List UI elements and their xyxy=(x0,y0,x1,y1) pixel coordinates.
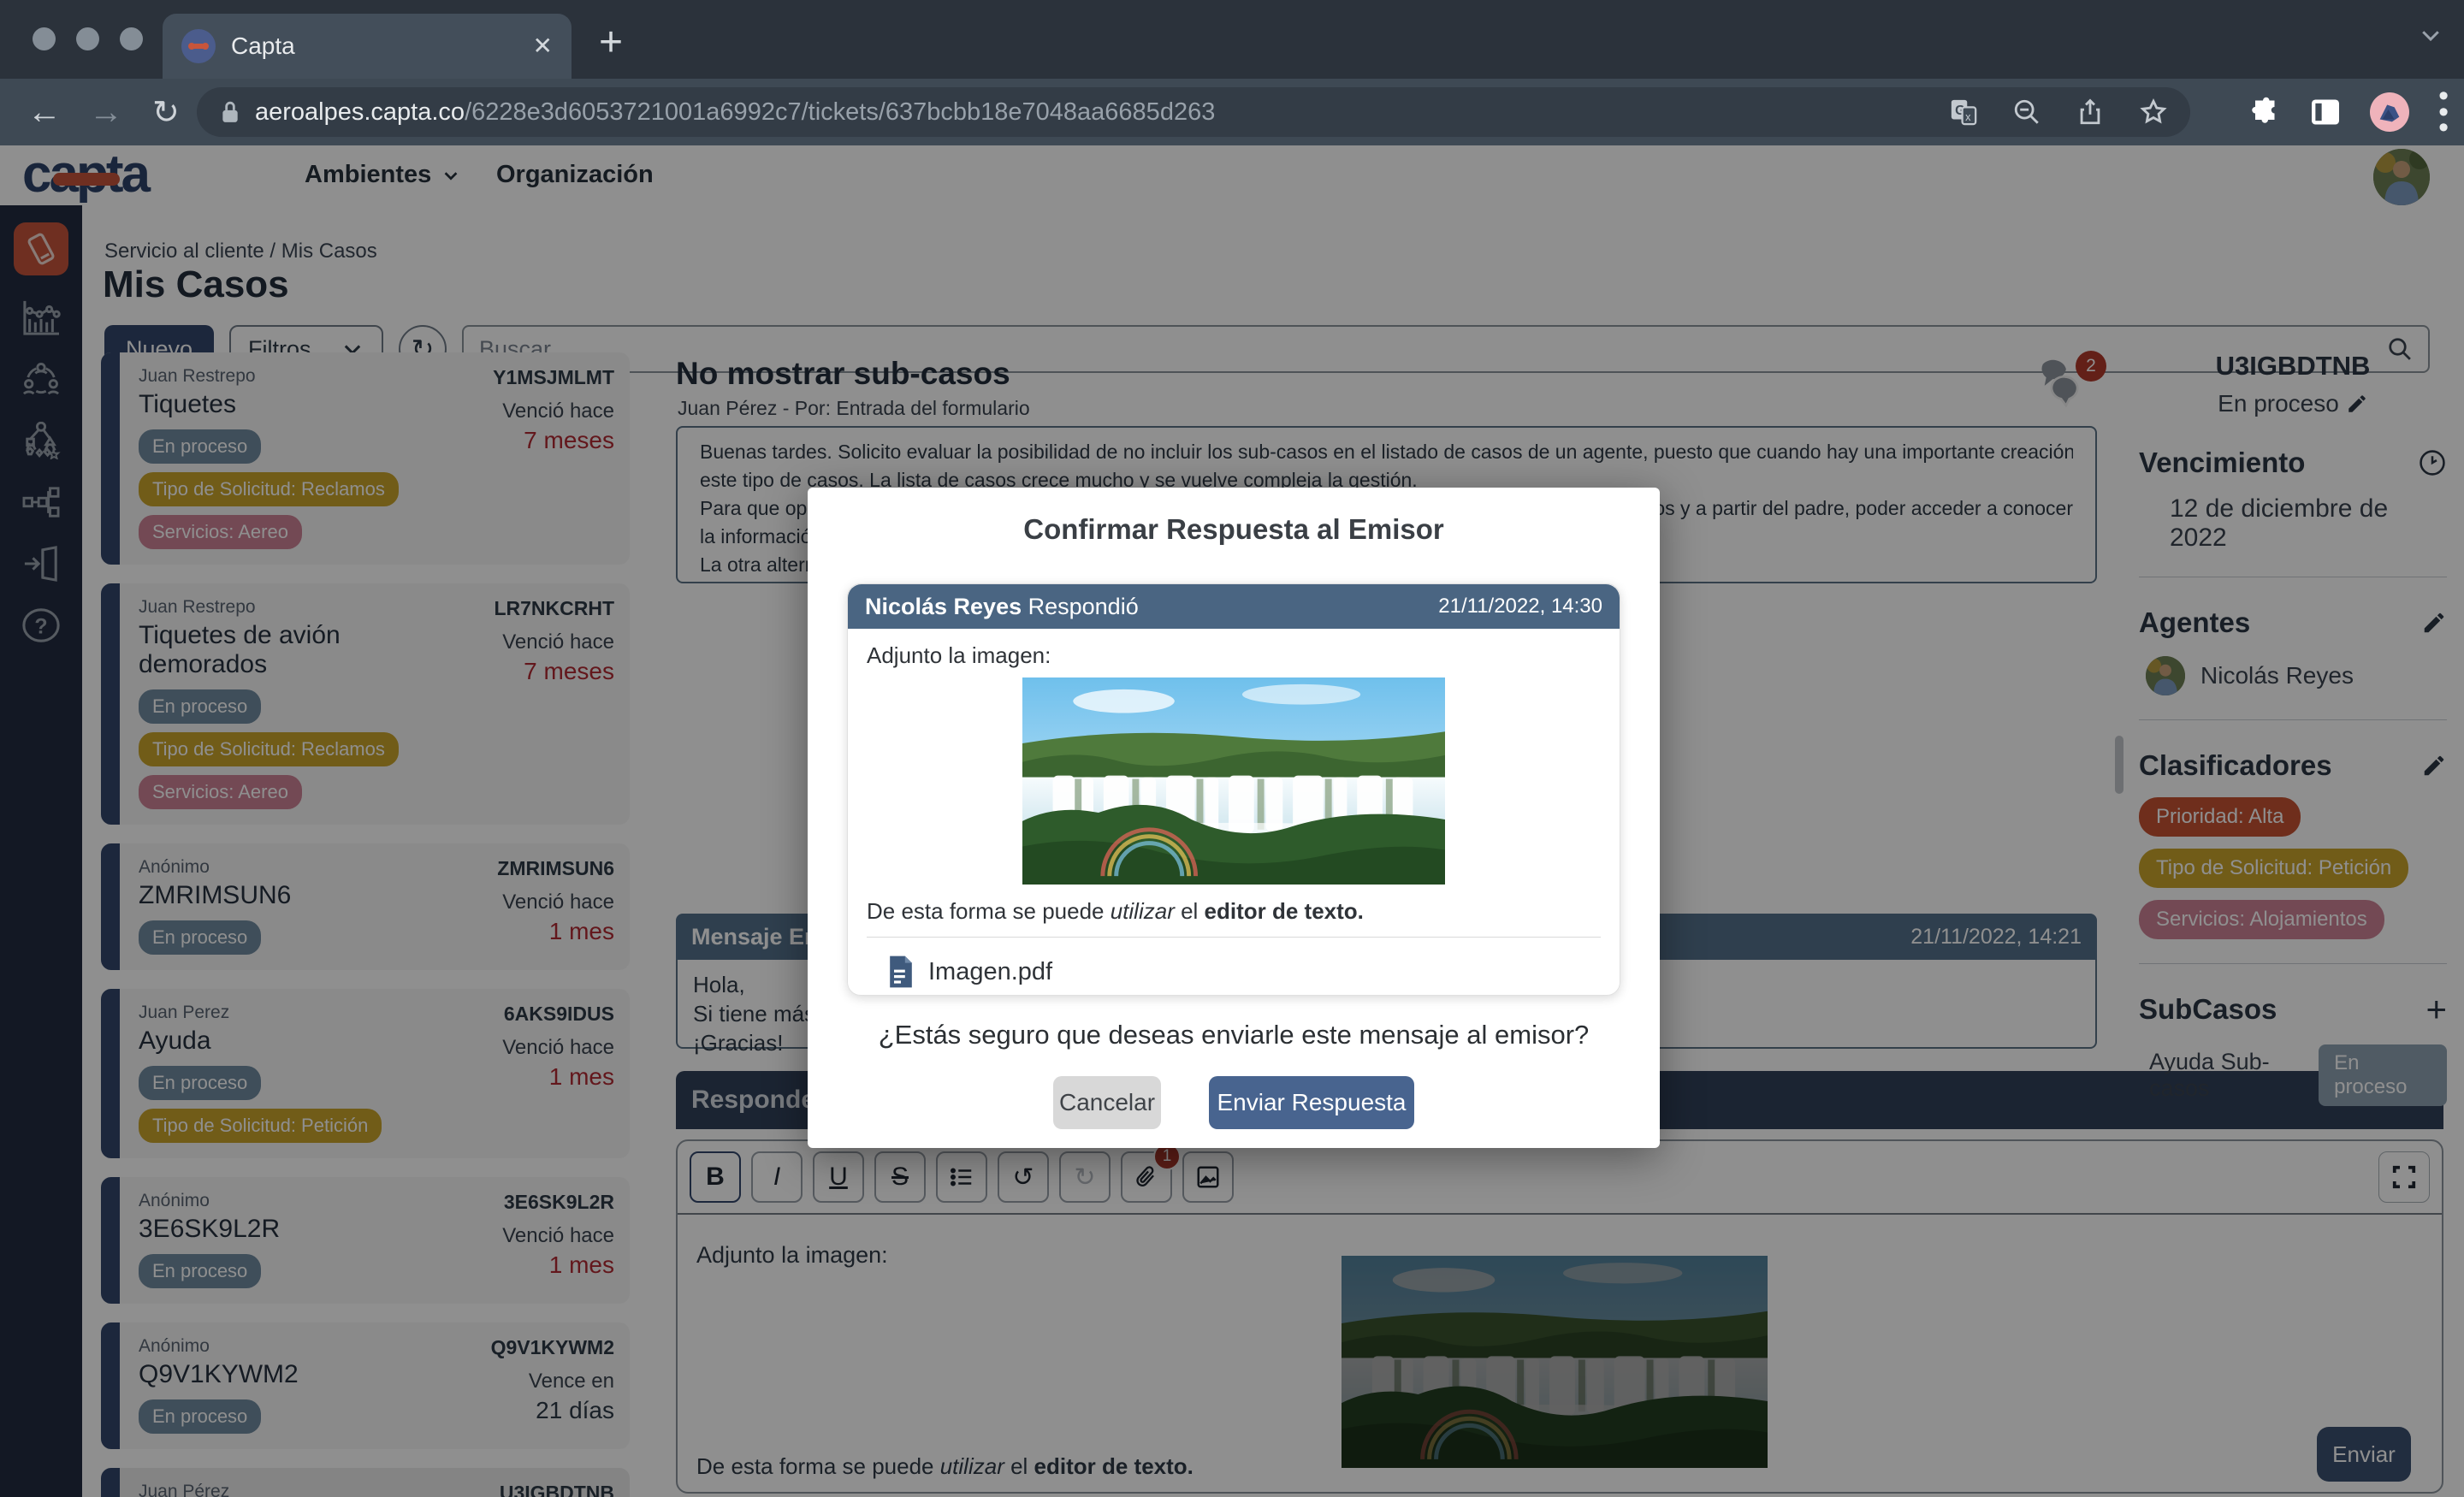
back-icon[interactable]: ← xyxy=(27,93,62,132)
reply-text: Adjunto la imagen: xyxy=(867,642,1601,669)
svg-text:x: x xyxy=(1965,110,1971,123)
window-controls[interactable] xyxy=(33,27,143,50)
forward-icon[interactable]: → xyxy=(89,93,123,132)
tab-search-chevron-icon[interactable] xyxy=(2418,22,2443,48)
zoom-out-icon[interactable] xyxy=(2012,98,2041,127)
maximize-window-button[interactable] xyxy=(120,27,143,50)
capta-favicon-icon xyxy=(181,29,216,63)
tab-close-icon[interactable]: ✕ xyxy=(533,34,553,58)
close-window-button[interactable] xyxy=(33,27,56,50)
attachment-filename: Imagen.pdf xyxy=(928,958,1052,986)
browser-toolbar: ← → ↻ aeroalpes.capta.co/6228e3d60537210… xyxy=(0,79,2464,145)
confirm-reply-modal: Confirmar Respuesta al Emisor Nicolás Re… xyxy=(808,488,1660,1148)
browser-chrome: Capta ✕ + ← → ↻ aeroalpes.capta.co/6228e… xyxy=(0,0,2464,145)
bookmark-star-icon[interactable] xyxy=(2139,98,2168,127)
address-bar[interactable]: aeroalpes.capta.co/6228e3d6053721001a699… xyxy=(197,87,2190,137)
share-icon[interactable] xyxy=(2076,98,2105,127)
reply-attached-image xyxy=(1022,677,1445,885)
new-tab-button[interactable]: + xyxy=(599,19,623,66)
pdf-file-icon xyxy=(887,955,915,989)
translate-icon[interactable]: Gx xyxy=(1949,98,1978,127)
minimize-window-button[interactable] xyxy=(76,27,99,50)
reply-preview-card: Nicolás Reyes Respondió 21/11/2022, 14:3… xyxy=(847,583,1620,996)
browser-tab[interactable]: Capta ✕ xyxy=(163,14,572,79)
tab-strip: Capta ✕ + xyxy=(0,0,2464,79)
extensions-icon[interactable] xyxy=(2250,97,2281,127)
lock-icon xyxy=(219,99,241,125)
url-text: aeroalpes.capta.co/6228e3d6053721001a699… xyxy=(255,98,1935,127)
confirm-question: ¿Estás seguro que deseas enviarle este m… xyxy=(808,1020,1660,1050)
tab-title: Capta xyxy=(231,33,533,60)
send-response-button[interactable]: Enviar Respuesta xyxy=(1209,1076,1414,1129)
browser-menu-icon[interactable]: ••• xyxy=(2438,88,2449,136)
modal-title: Confirmar Respuesta al Emisor xyxy=(808,513,1660,546)
browser-profile-avatar[interactable] xyxy=(2370,92,2409,132)
attachment-row[interactable]: Imagen.pdf xyxy=(867,938,1601,1006)
reply-timestamp: 21/11/2022, 14:30 xyxy=(1438,595,1602,618)
reply-author: Nicolás Reyes Respondió xyxy=(865,594,1139,620)
side-panel-icon[interactable] xyxy=(2310,98,2341,126)
reload-icon[interactable]: ↻ xyxy=(152,93,180,132)
cancel-button[interactable]: Cancelar xyxy=(1053,1076,1161,1129)
reply-text: De esta forma se puede utilizar el edito… xyxy=(867,898,1601,925)
